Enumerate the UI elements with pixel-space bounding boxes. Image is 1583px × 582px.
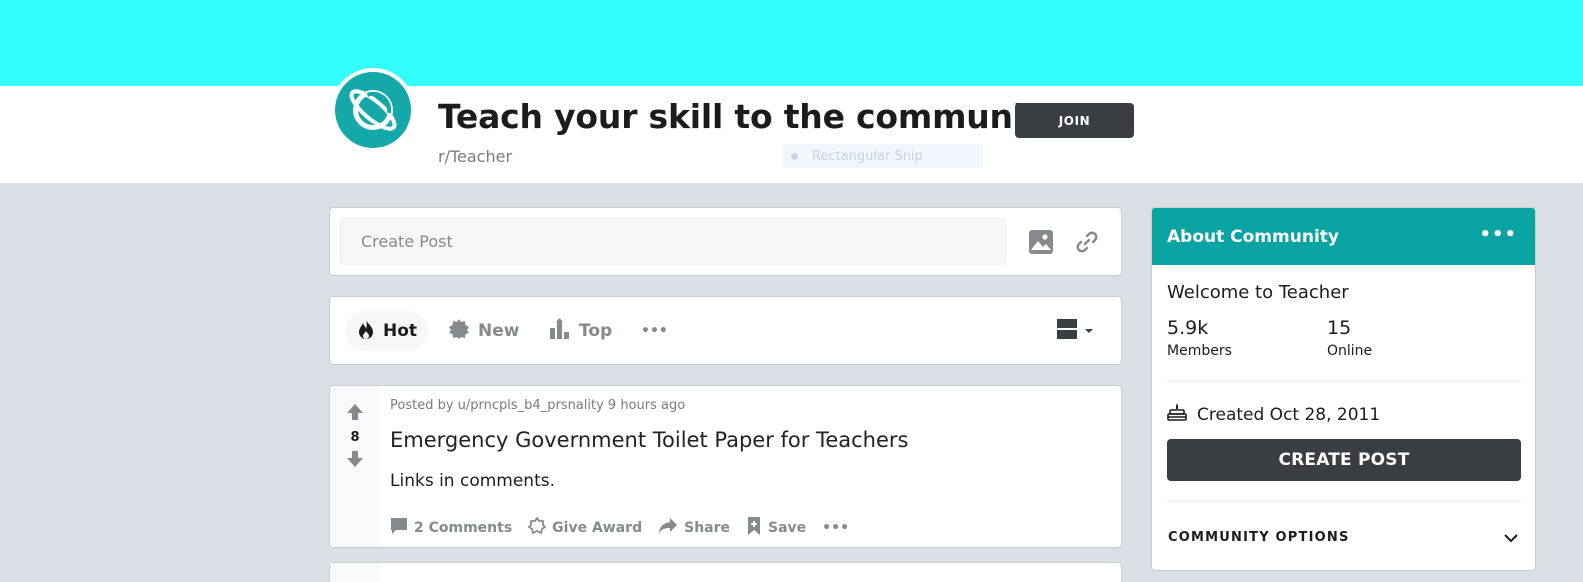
give-award-button[interactable]: Give Award bbox=[527, 516, 643, 539]
give-award-label: Give Award bbox=[552, 520, 643, 536]
share-label: Share bbox=[684, 520, 731, 536]
members-label: Members bbox=[1167, 343, 1232, 359]
planet-icon bbox=[335, 72, 411, 148]
create-post-card: Create Post bbox=[329, 207, 1122, 276]
upvote-icon[interactable] bbox=[345, 402, 365, 426]
created-date: Created Oct 28, 2011 bbox=[1167, 402, 1380, 427]
post-meta: Posted by u/prncpls_b4_prsnality 9 hours… bbox=[390, 398, 686, 413]
post-body: Links in comments. bbox=[390, 471, 556, 491]
divider bbox=[1167, 501, 1521, 502]
online-count: 15 bbox=[1327, 317, 1352, 339]
top-chart-icon bbox=[549, 317, 571, 345]
online-label: Online bbox=[1327, 343, 1373, 359]
comments-label: 2 Comments bbox=[414, 520, 513, 536]
bookmark-icon bbox=[746, 516, 762, 540]
vote-column: 8 bbox=[330, 386, 380, 547]
about-community-card: About Community ••• Welcome to Teacher 5… bbox=[1151, 207, 1536, 571]
cake-icon bbox=[1167, 402, 1187, 427]
sort-bar: Hot New Top ••• bbox=[329, 296, 1122, 365]
snip-overlay: Rectangular Snip bbox=[783, 144, 983, 168]
share-button[interactable]: Share bbox=[658, 517, 730, 539]
flame-icon bbox=[357, 318, 375, 345]
community-description: Welcome to Teacher bbox=[1167, 282, 1349, 303]
sort-hot-label: Hot bbox=[383, 321, 418, 341]
community-avatar[interactable] bbox=[331, 68, 415, 152]
sort-more-button[interactable]: ••• bbox=[641, 311, 668, 351]
sort-new-label: New bbox=[478, 321, 520, 341]
award-icon bbox=[527, 516, 547, 539]
vote-column bbox=[330, 563, 380, 582]
sort-hot-button[interactable]: Hot bbox=[345, 311, 428, 351]
snip-dot-icon bbox=[791, 152, 798, 160]
share-icon bbox=[658, 517, 678, 539]
link-icon[interactable] bbox=[1070, 225, 1104, 259]
image-icon[interactable] bbox=[1024, 225, 1058, 259]
view-toggle-button[interactable] bbox=[1056, 311, 1094, 351]
page-title: Teach your skill to the community bbox=[438, 97, 1061, 136]
post-title[interactable]: Emergency Government Toilet Paper for Te… bbox=[390, 428, 908, 452]
card-view-icon bbox=[1056, 318, 1078, 345]
sort-top-button[interactable]: Top bbox=[549, 311, 612, 351]
about-community-heading: About Community bbox=[1152, 208, 1535, 265]
divider bbox=[1167, 381, 1521, 382]
about-more-button[interactable]: ••• bbox=[1479, 224, 1517, 245]
created-label: Created Oct 28, 2011 bbox=[1197, 404, 1381, 425]
join-button[interactable]: JOIN bbox=[1015, 103, 1134, 138]
sort-top-label: Top bbox=[579, 321, 613, 341]
chevron-down-icon bbox=[1084, 321, 1094, 341]
sort-new-button[interactable]: New bbox=[448, 311, 519, 351]
comments-button[interactable]: 2 Comments bbox=[390, 517, 512, 539]
create-post-input[interactable]: Create Post bbox=[340, 218, 1006, 265]
chevron-down-icon[interactable] bbox=[1503, 530, 1519, 550]
post-more-button[interactable]: ••• bbox=[822, 520, 849, 536]
post-card[interactable]: 8 Posted by u/prncpls_b4_prsnality 9 hou… bbox=[329, 385, 1122, 548]
create-post-button[interactable]: CREATE POST bbox=[1167, 439, 1521, 481]
vote-count: 8 bbox=[350, 430, 360, 445]
snip-label: Rectangular Snip bbox=[812, 148, 923, 164]
downvote-icon[interactable] bbox=[345, 449, 365, 473]
post-actions: 2 Comments Give Award Share Save ••• bbox=[390, 516, 849, 540]
comment-icon bbox=[390, 517, 408, 539]
badge-icon bbox=[448, 318, 470, 345]
community-options-toggle[interactable]: COMMUNITY OPTIONS bbox=[1168, 530, 1350, 545]
next-post-card[interactable] bbox=[329, 562, 1122, 582]
members-count: 5.9k bbox=[1167, 317, 1209, 339]
subreddit-name: r/Teacher bbox=[438, 147, 513, 166]
community-banner bbox=[0, 0, 1583, 86]
save-label: Save bbox=[768, 520, 807, 536]
save-button[interactable]: Save bbox=[746, 516, 806, 540]
